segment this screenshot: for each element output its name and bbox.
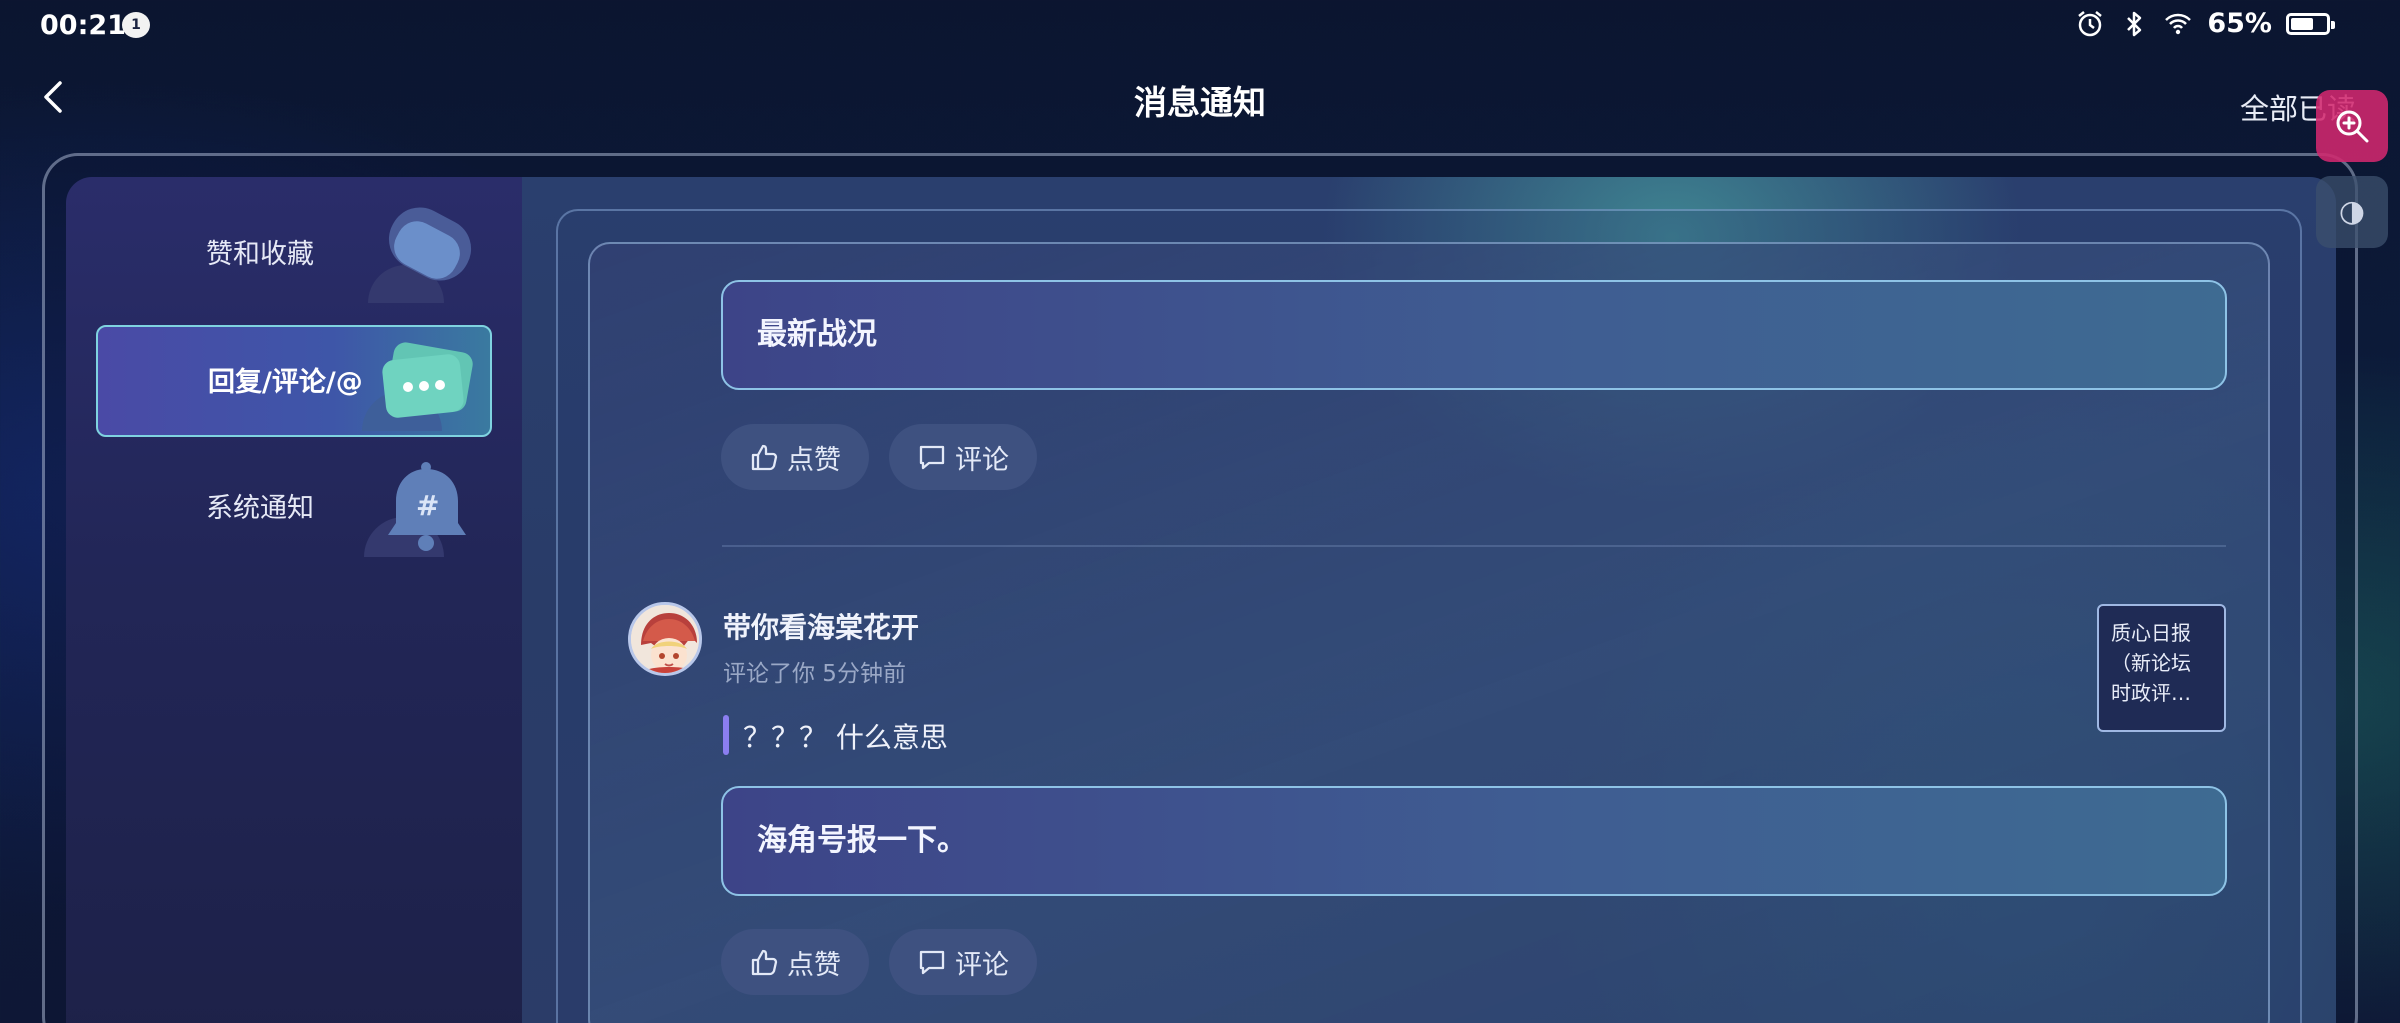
thumbs-up-icon (751, 949, 778, 976)
comment-icon (919, 950, 945, 975)
comment-label: 评论 (955, 444, 1009, 476)
heart-bubble-icon (368, 207, 472, 303)
sidebar-item-replies[interactable]: 回复/评论/@ (96, 325, 492, 437)
like-label: 点赞 (787, 444, 841, 476)
bluetooth-icon (2127, 11, 2142, 36)
status-time: 00:21 (40, 10, 126, 41)
sidebar: 赞和收藏 回复/评论/@ 系统通知 # (66, 177, 522, 1023)
contrast-icon: ◑ (2338, 194, 2366, 229)
zoom-widget[interactable] (2316, 90, 2388, 162)
comment-button[interactable]: 评论 (889, 929, 1037, 995)
like-label: 点赞 (787, 949, 841, 981)
sidebar-item-system[interactable]: 系统通知 # (96, 453, 492, 565)
sidebar-item-label: 回复/评论/@ (208, 367, 363, 398)
bell-icon: # (364, 462, 466, 557)
comment-meta: 评论了你 5分钟前 (723, 661, 906, 687)
zoom-in-icon (2336, 110, 2369, 143)
sidebar-item-label: 赞和收藏 (206, 239, 314, 270)
like-button[interactable]: 点赞 (721, 929, 869, 995)
sidebar-item-label: 系统通知 (206, 493, 314, 524)
battery-percent: 65% (2207, 8, 2272, 39)
battery-icon (2286, 12, 2335, 35)
source-line: 时政评… (2111, 681, 2191, 705)
alarm-icon (2078, 10, 2103, 36)
quoted-post-text: 海角号报一下。 (757, 823, 967, 858)
status-icons: 65% (2075, 8, 2335, 39)
notification-badge: 1 (122, 12, 150, 38)
comment-label: 评论 (955, 949, 1009, 981)
comment-button[interactable]: 评论 (889, 424, 1037, 490)
svg-text:#: # (416, 489, 439, 522)
thumbs-up-icon (751, 444, 778, 471)
comment-text[interactable]: ？？？ 什么意思 (743, 716, 948, 756)
wifi-icon (2165, 13, 2192, 34)
source-line: 质心日报 (2111, 621, 2191, 645)
comment-icon (919, 445, 945, 470)
source-post-thumbnail[interactable]: 质心日报 （新论坛 时政评… (2097, 604, 2226, 732)
quoted-post-text: 最新战况 (757, 317, 877, 352)
sidebar-item-likes[interactable]: 赞和收藏 (96, 199, 492, 311)
page-title: 消息通知 (1134, 83, 1266, 122)
chat-bubble-icon (362, 342, 473, 431)
contrast-widget[interactable]: ◑ (2316, 176, 2388, 248)
quoted-post[interactable]: 最新战况 (721, 280, 2227, 390)
status-bar: 00:21 1 65% (0, 0, 2400, 52)
divider (722, 545, 2226, 547)
avatar[interactable] (628, 602, 702, 676)
source-line: （新论坛 (2111, 651, 2191, 675)
comment-quote-bar (723, 715, 729, 755)
like-button[interactable]: 点赞 (721, 424, 869, 490)
comment-username[interactable]: 带你看海棠花开 (723, 606, 919, 646)
quoted-post[interactable]: 海角号报一下。 (721, 786, 2227, 896)
